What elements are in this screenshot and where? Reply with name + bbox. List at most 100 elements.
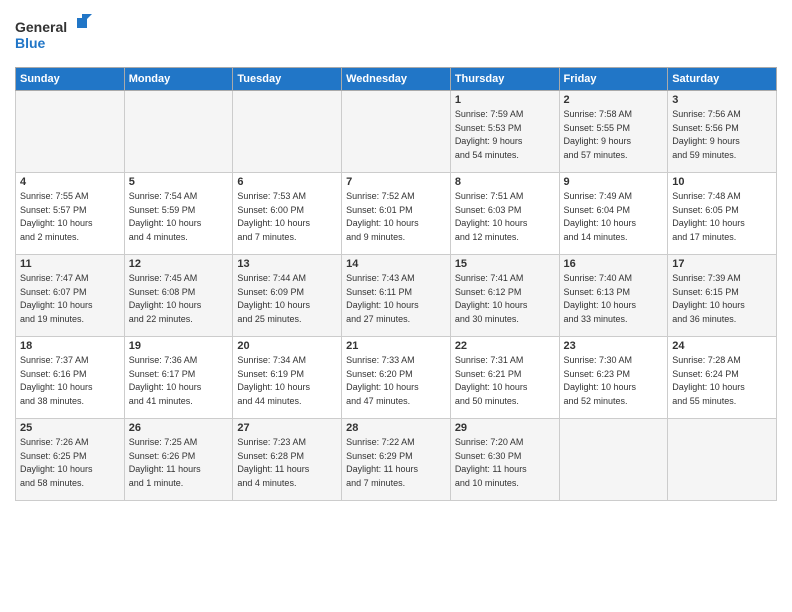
weekday-header: Friday bbox=[559, 68, 668, 91]
day-number: 7 bbox=[346, 176, 446, 188]
day-number: 8 bbox=[455, 176, 555, 188]
weekday-header: Saturday bbox=[668, 68, 777, 91]
day-info: Sunrise: 7:26 AM Sunset: 6:25 PM Dayligh… bbox=[20, 436, 120, 490]
calendar-cell: 22 Sunrise: 7:31 AM Sunset: 6:21 PM Dayli… bbox=[450, 337, 559, 419]
day-number: 5 bbox=[129, 176, 229, 188]
calendar-cell: 11 Sunrise: 7:47 AM Sunset: 6:07 PM Dayli… bbox=[16, 255, 125, 337]
calendar-cell: 17 Sunrise: 7:39 AM Sunset: 6:15 PM Dayli… bbox=[668, 255, 777, 337]
calendar-table: SundayMondayTuesdayWednesdayThursdayFrid… bbox=[15, 67, 777, 501]
day-info: Sunrise: 7:39 AM Sunset: 6:15 PM Dayligh… bbox=[672, 272, 772, 326]
day-number: 9 bbox=[564, 176, 664, 188]
day-number: 15 bbox=[455, 258, 555, 270]
calendar-cell: 29Sunrise: 7:20 AM Sunset: 6:30 PM Dayli… bbox=[450, 419, 559, 501]
calendar-cell: 7 Sunrise: 7:52 AM Sunset: 6:01 PM Daylig… bbox=[342, 173, 451, 255]
day-number: 1 bbox=[455, 94, 555, 106]
day-number: 14 bbox=[346, 258, 446, 270]
day-number: 19 bbox=[129, 340, 229, 352]
day-info: Sunrise: 7:48 AM Sunset: 6:05 PM Dayligh… bbox=[672, 190, 772, 244]
day-info: Sunrise: 7:59 AM Sunset: 5:53 PM Dayligh… bbox=[455, 108, 555, 162]
calendar-cell: 8 Sunrise: 7:51 AM Sunset: 6:03 PM Daylig… bbox=[450, 173, 559, 255]
calendar-cell: 28Sunrise: 7:22 AM Sunset: 6:29 PM Dayli… bbox=[342, 419, 451, 501]
day-info: Sunrise: 7:31 AM Sunset: 6:21 PM Dayligh… bbox=[455, 354, 555, 408]
day-info: Sunrise: 7:53 AM Sunset: 6:00 PM Dayligh… bbox=[237, 190, 337, 244]
day-info: Sunrise: 7:56 AM Sunset: 5:56 PM Dayligh… bbox=[672, 108, 772, 162]
calendar-cell: 27 Sunrise: 7:23 AM Sunset: 6:28 PM Dayli… bbox=[233, 419, 342, 501]
day-info: Sunrise: 7:49 AM Sunset: 6:04 PM Dayligh… bbox=[564, 190, 664, 244]
day-info: Sunrise: 7:45 AM Sunset: 6:08 PM Dayligh… bbox=[129, 272, 229, 326]
day-info: Sunrise: 7:40 AM Sunset: 6:13 PM Dayligh… bbox=[564, 272, 664, 326]
day-number: 22 bbox=[455, 340, 555, 352]
calendar-page: General Blue SundayMondayTuesdayWednesda… bbox=[0, 0, 792, 612]
calendar-cell: 6Sunrise: 7:53 AM Sunset: 6:00 PM Daylig… bbox=[233, 173, 342, 255]
day-info: Sunrise: 7:44 AM Sunset: 6:09 PM Dayligh… bbox=[237, 272, 337, 326]
calendar-cell bbox=[559, 419, 668, 501]
calendar-cell: 21 Sunrise: 7:33 AM Sunset: 6:20 PM Dayli… bbox=[342, 337, 451, 419]
calendar-cell: 15Sunrise: 7:41 AM Sunset: 6:12 PM Dayli… bbox=[450, 255, 559, 337]
calendar-cell: 3 Sunrise: 7:56 AM Sunset: 5:56 PM Daylig… bbox=[668, 91, 777, 173]
logo: General Blue bbox=[15, 14, 95, 59]
calendar-cell: 24Sunrise: 7:28 AM Sunset: 6:24 PM Dayli… bbox=[668, 337, 777, 419]
header: General Blue bbox=[15, 10, 777, 59]
day-info: Sunrise: 7:20 AM Sunset: 6:30 PM Dayligh… bbox=[455, 436, 555, 490]
calendar-cell bbox=[16, 91, 125, 173]
svg-text:Blue: Blue bbox=[15, 35, 46, 51]
day-number: 21 bbox=[346, 340, 446, 352]
day-info: Sunrise: 7:43 AM Sunset: 6:11 PM Dayligh… bbox=[346, 272, 446, 326]
day-number: 16 bbox=[564, 258, 664, 270]
calendar-cell bbox=[668, 419, 777, 501]
svg-text:General: General bbox=[15, 19, 67, 35]
calendar-week: 1 Sunrise: 7:59 AM Sunset: 5:53 PM Daylig… bbox=[16, 91, 777, 173]
weekday-header: Wednesday bbox=[342, 68, 451, 91]
calendar-cell: 25 Sunrise: 7:26 AM Sunset: 6:25 PM Dayli… bbox=[16, 419, 125, 501]
day-number: 24 bbox=[672, 340, 772, 352]
day-info: Sunrise: 7:33 AM Sunset: 6:20 PM Dayligh… bbox=[346, 354, 446, 408]
calendar-cell: 16 Sunrise: 7:40 AM Sunset: 6:13 PM Dayli… bbox=[559, 255, 668, 337]
calendar-cell: 12 Sunrise: 7:45 AM Sunset: 6:08 PM Dayli… bbox=[124, 255, 233, 337]
day-info: Sunrise: 7:23 AM Sunset: 6:28 PM Dayligh… bbox=[237, 436, 337, 490]
calendar-cell: 26Sunrise: 7:25 AM Sunset: 6:26 PM Dayli… bbox=[124, 419, 233, 501]
day-info: Sunrise: 7:36 AM Sunset: 6:17 PM Dayligh… bbox=[129, 354, 229, 408]
day-info: Sunrise: 7:47 AM Sunset: 6:07 PM Dayligh… bbox=[20, 272, 120, 326]
calendar-cell: 14 Sunrise: 7:43 AM Sunset: 6:11 PM Dayli… bbox=[342, 255, 451, 337]
calendar-cell bbox=[124, 91, 233, 173]
day-info: Sunrise: 7:52 AM Sunset: 6:01 PM Dayligh… bbox=[346, 190, 446, 244]
day-info: Sunrise: 7:25 AM Sunset: 6:26 PM Dayligh… bbox=[129, 436, 229, 490]
day-number: 4 bbox=[20, 176, 120, 188]
calendar-cell: 18 Sunrise: 7:37 AM Sunset: 6:16 PM Dayli… bbox=[16, 337, 125, 419]
calendar-cell: 2Sunrise: 7:58 AM Sunset: 5:55 PM Daylig… bbox=[559, 91, 668, 173]
calendar-cell: 23Sunrise: 7:30 AM Sunset: 6:23 PM Dayli… bbox=[559, 337, 668, 419]
calendar-cell: 5Sunrise: 7:54 AM Sunset: 5:59 PM Daylig… bbox=[124, 173, 233, 255]
weekday-header: Tuesday bbox=[233, 68, 342, 91]
calendar-week: 25 Sunrise: 7:26 AM Sunset: 6:25 PM Dayli… bbox=[16, 419, 777, 501]
day-info: Sunrise: 7:37 AM Sunset: 6:16 PM Dayligh… bbox=[20, 354, 120, 408]
calendar-cell: 13 Sunrise: 7:44 AM Sunset: 6:09 PM Dayli… bbox=[233, 255, 342, 337]
weekday-header: Monday bbox=[124, 68, 233, 91]
day-number: 20 bbox=[237, 340, 337, 352]
day-info: Sunrise: 7:34 AM Sunset: 6:19 PM Dayligh… bbox=[237, 354, 337, 408]
calendar-cell: 19 Sunrise: 7:36 AM Sunset: 6:17 PM Dayli… bbox=[124, 337, 233, 419]
day-number: 27 bbox=[237, 422, 337, 434]
weekday-header: Thursday bbox=[450, 68, 559, 91]
day-number: 25 bbox=[20, 422, 120, 434]
day-info: Sunrise: 7:51 AM Sunset: 6:03 PM Dayligh… bbox=[455, 190, 555, 244]
day-number: 18 bbox=[20, 340, 120, 352]
calendar-cell: 10Sunrise: 7:48 AM Sunset: 6:05 PM Dayli… bbox=[668, 173, 777, 255]
day-number: 12 bbox=[129, 258, 229, 270]
calendar-cell: 4Sunrise: 7:55 AM Sunset: 5:57 PM Daylig… bbox=[16, 173, 125, 255]
header-row: SundayMondayTuesdayWednesdayThursdayFrid… bbox=[16, 68, 777, 91]
day-number: 3 bbox=[672, 94, 772, 106]
day-number: 11 bbox=[20, 258, 120, 270]
calendar-week: 4Sunrise: 7:55 AM Sunset: 5:57 PM Daylig… bbox=[16, 173, 777, 255]
calendar-cell bbox=[233, 91, 342, 173]
calendar-cell: 9 Sunrise: 7:49 AM Sunset: 6:04 PM Daylig… bbox=[559, 173, 668, 255]
calendar-week: 11 Sunrise: 7:47 AM Sunset: 6:07 PM Dayli… bbox=[16, 255, 777, 337]
calendar-cell: 1 Sunrise: 7:59 AM Sunset: 5:53 PM Daylig… bbox=[450, 91, 559, 173]
calendar-week: 18 Sunrise: 7:37 AM Sunset: 6:16 PM Dayli… bbox=[16, 337, 777, 419]
weekday-header: Sunday bbox=[16, 68, 125, 91]
day-number: 13 bbox=[237, 258, 337, 270]
day-info: Sunrise: 7:22 AM Sunset: 6:29 PM Dayligh… bbox=[346, 436, 446, 490]
day-number: 2 bbox=[564, 94, 664, 106]
day-number: 17 bbox=[672, 258, 772, 270]
day-info: Sunrise: 7:30 AM Sunset: 6:23 PM Dayligh… bbox=[564, 354, 664, 408]
logo-text: General Blue bbox=[15, 14, 95, 59]
